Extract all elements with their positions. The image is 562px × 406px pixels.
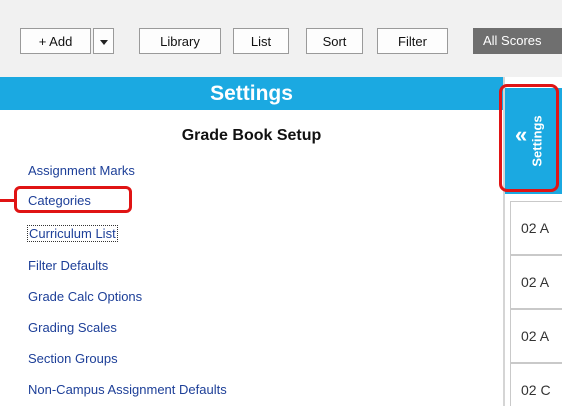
sort-button[interactable]: Sort bbox=[306, 28, 363, 54]
categories-highlight bbox=[14, 186, 132, 213]
section-title: Grade Book Setup bbox=[181, 127, 322, 144]
sort-button-label: Sort bbox=[322, 34, 347, 49]
add-button-label: + Add bbox=[38, 34, 73, 49]
filter-button-label: Filter bbox=[398, 34, 427, 49]
add-dropdown-button[interactable] bbox=[93, 28, 114, 54]
link-grading-scales[interactable]: Grading Scales bbox=[28, 320, 117, 335]
link-assignment-marks[interactable]: Assignment Marks bbox=[28, 163, 135, 178]
settings-header-title: Settings bbox=[210, 82, 293, 105]
library-button[interactable]: Library bbox=[139, 28, 221, 54]
table-row[interactable]: 02 A bbox=[510, 255, 562, 309]
callout-line bbox=[0, 199, 14, 202]
add-button[interactable]: + Add bbox=[20, 28, 91, 54]
row-text: 02 A bbox=[521, 274, 550, 290]
all-scores-label: All Scores bbox=[483, 33, 542, 48]
filter-button[interactable]: Filter bbox=[377, 28, 448, 54]
link-filter-defaults[interactable]: Filter Defaults bbox=[28, 258, 108, 273]
table-row[interactable]: 02 C bbox=[510, 363, 562, 406]
link-grade-calc-options[interactable]: Grade Calc Options bbox=[28, 289, 142, 304]
settings-header: Settings bbox=[0, 77, 503, 110]
link-section-groups[interactable]: Section Groups bbox=[28, 351, 118, 366]
table-row[interactable]: 02 A bbox=[510, 309, 562, 363]
list-button-label: List bbox=[250, 34, 272, 49]
list-button[interactable]: List bbox=[233, 28, 289, 54]
all-scores-button[interactable]: All Scores bbox=[473, 28, 562, 54]
link-non-campus-assignment-defaults[interactable]: Non-Campus Assignment Defaults bbox=[28, 382, 227, 397]
row-text: 02 A bbox=[521, 220, 550, 236]
chevron-down-icon bbox=[99, 40, 108, 46]
row-text: 02 A bbox=[521, 328, 550, 344]
settings-tab-highlight bbox=[499, 84, 559, 192]
toolbar: + Add Library List Sort Filter All Score… bbox=[0, 0, 562, 77]
row-text: 02 C bbox=[521, 382, 551, 398]
link-curriculum-list[interactable]: Curriculum List bbox=[27, 225, 118, 242]
library-button-label: Library bbox=[160, 34, 200, 49]
table-row[interactable]: 02 A bbox=[510, 201, 562, 255]
